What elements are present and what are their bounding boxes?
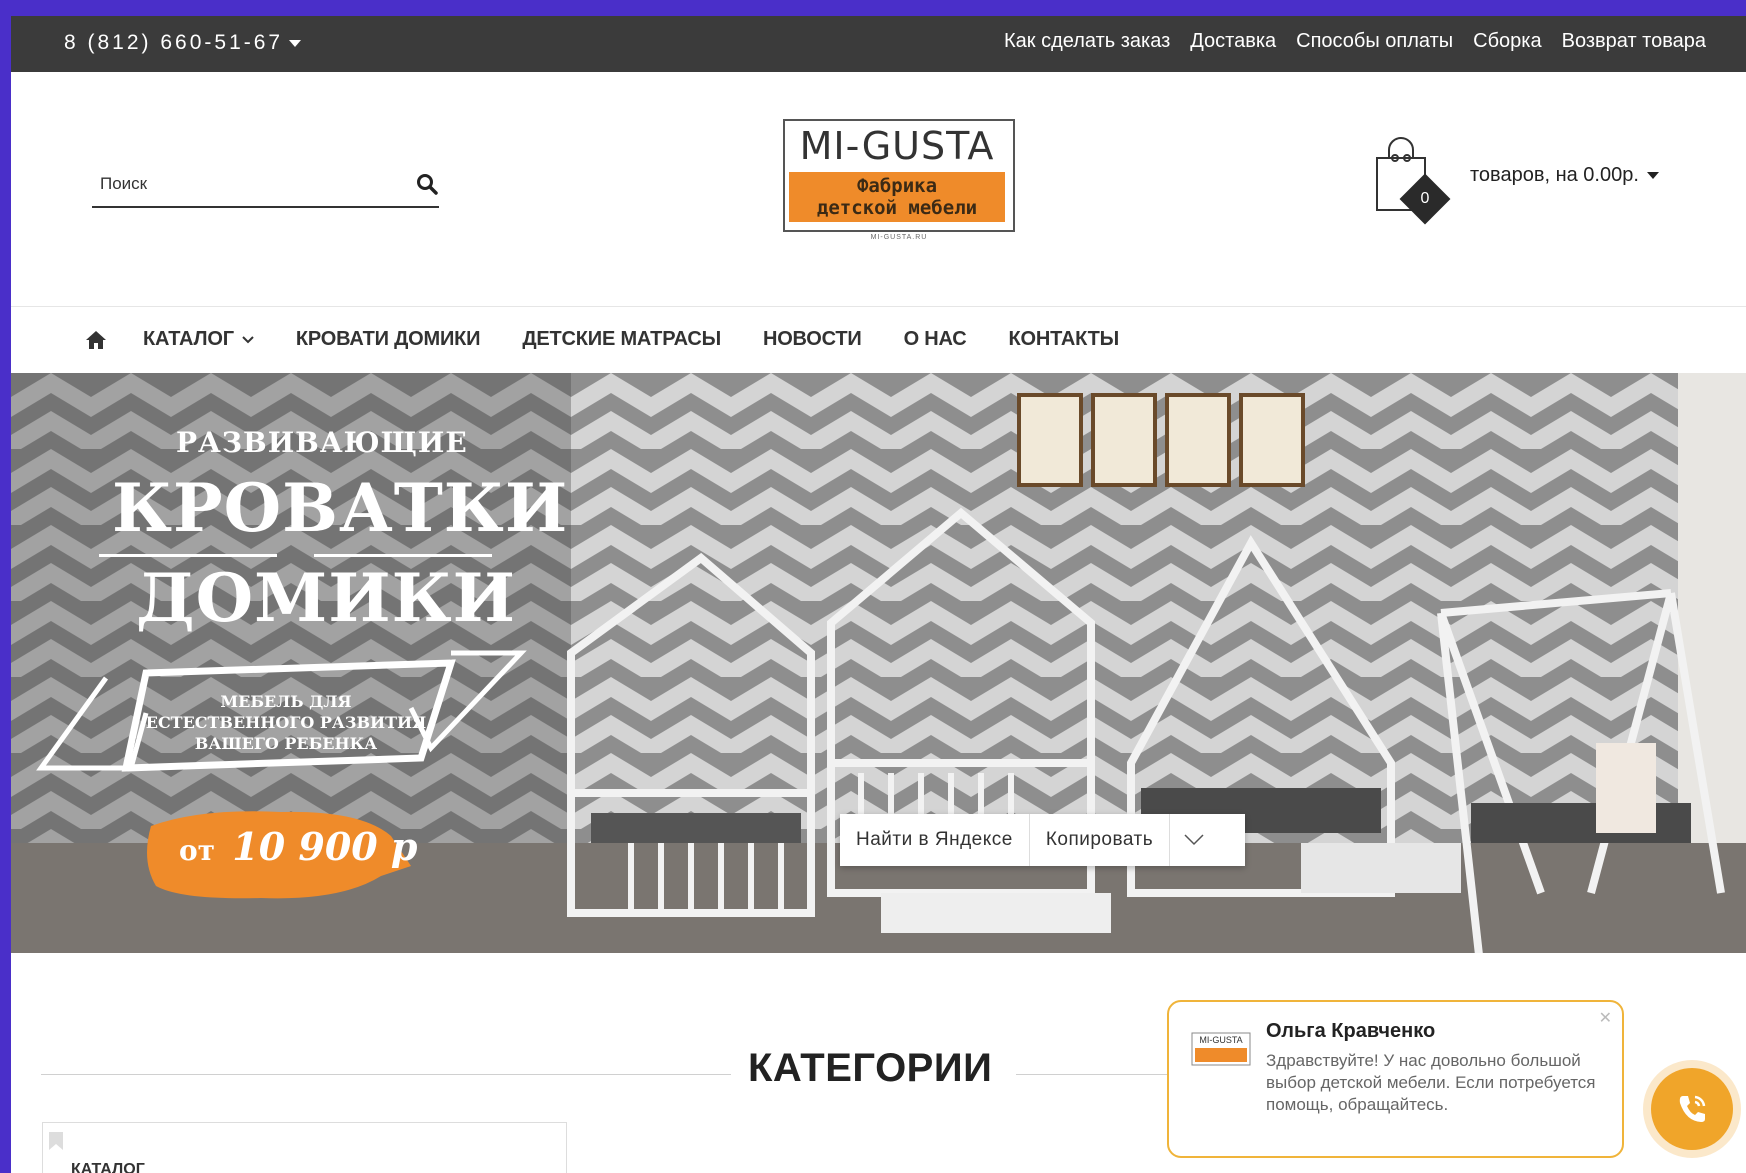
main-nav: КАТАЛОГ КРОВАТИ ДОМИКИ ДЕТСКИЕ МАТРАСЫ Н…	[11, 306, 1746, 372]
selection-context-menu: Найти в Яндексе Копировать	[840, 814, 1245, 866]
category-card-label: КАТАЛОГ	[71, 1161, 145, 1173]
link-payment[interactable]: Способы оплаты	[1296, 30, 1453, 53]
close-icon[interactable]: ✕	[1599, 1008, 1612, 1028]
find-in-yandex-button[interactable]: Найти в Яндексе	[840, 814, 1030, 866]
divider-right	[1016, 1074, 1176, 1075]
caret-down-icon	[289, 39, 302, 47]
chevron-down-icon	[1184, 834, 1204, 846]
cart-summary-text: товаров, на 0.00р.	[1470, 164, 1639, 186]
nav-catalog[interactable]: КАТАЛОГ	[143, 328, 254, 351]
deer-picture	[1091, 393, 1157, 487]
price-label: от 10 900 р	[179, 824, 418, 869]
copy-button[interactable]: Копировать	[1030, 814, 1171, 866]
avatar: MI-GUSTA	[1191, 1032, 1251, 1066]
hero-text: РАЗВИВАЮЩИЕ КРОВАТКИ ДОМИКИ МЕБЕЛЬ ДЛЯ Е…	[11, 373, 567, 953]
price-value: 10 900 р	[232, 824, 418, 869]
categories-title: КАТЕГОРИИ	[748, 1046, 993, 1090]
search-input[interactable]	[100, 166, 400, 202]
chat-popup[interactable]: ✕ MI-GUSTA Ольга Кравченко Здравствуйте!…	[1167, 1000, 1624, 1158]
nav-mattresses[interactable]: ДЕТСКИЕ МАТРАСЫ	[522, 328, 721, 351]
ribbon-line-3: ВАШЕГО РЕБЕНКА	[194, 734, 378, 753]
home-icon	[86, 330, 106, 349]
nav-catalog-label: КАТАЛОГ	[143, 328, 234, 350]
fox-picture	[1165, 393, 1231, 487]
bear-picture	[1239, 393, 1305, 487]
bunny-picture	[1017, 393, 1083, 487]
caret-down-icon	[1646, 172, 1659, 179]
bookmark-icon	[49, 1132, 63, 1150]
chat-agent-name: Ольга Кравченко	[1266, 1020, 1436, 1042]
link-how-to-order[interactable]: Как сделать заказ	[1004, 30, 1170, 53]
ribbon-line-2: ЕСТЕСТВЕННОГО РАЗВИТИЯ	[145, 713, 427, 732]
link-assembly[interactable]: Сборка	[1473, 30, 1541, 53]
ribbon-line-1: МЕБЕЛЬ ДЛЯ	[220, 692, 352, 711]
price-prefix: от	[179, 834, 216, 867]
phone-icon	[1679, 1095, 1706, 1122]
hero-title-2: ДОМИКИ	[136, 559, 516, 637]
wall-pictures	[1017, 393, 1305, 487]
search-icon[interactable]	[415, 172, 439, 196]
site-logo[interactable]: MI-GUSTA Фабрика детской мебели MI-GUSTA…	[783, 119, 1015, 245]
ribbon-text: МЕБЕЛЬ ДЛЯ ЕСТЕСТВЕННОГО РАЗВИТИЯ ВАШЕГО…	[141, 691, 431, 754]
hero-banner[interactable]: РАЗВИВАЮЩИЕ КРОВАТКИ ДОМИКИ МЕБЕЛЬ ДЛЯ Е…	[11, 373, 1746, 953]
search-box	[92, 166, 439, 208]
divider-left	[41, 1074, 731, 1075]
phone-number: 8 (812) 660-51-67	[64, 31, 284, 54]
svg-text:MI-GUSTA: MI-GUSTA	[1199, 1035, 1242, 1045]
cart-widget[interactable]: 0 товаров, на 0.00р.	[1371, 136, 1671, 236]
logo-tagline-band: Фабрика детской мебели	[789, 172, 1005, 222]
cart-summary: товаров, на 0.00р.	[1470, 164, 1659, 187]
nav-about[interactable]: О НАС	[904, 328, 967, 351]
page: 8 (812) 660-51-67 Как сделать заказ Дост…	[11, 16, 1746, 1173]
nav-news[interactable]: НОВОСТИ	[763, 328, 862, 351]
logo-brand: MI-GUSTA	[799, 124, 995, 168]
link-delivery[interactable]: Доставка	[1190, 30, 1276, 53]
category-card[interactable]: КАТАЛОГ	[42, 1122, 567, 1173]
hero-title-1: КРОВАТКИ	[112, 469, 569, 547]
top-links: Как сделать заказ Доставка Способы оплат…	[1004, 30, 1706, 53]
chevron-down-icon	[242, 335, 254, 343]
nav-contacts[interactable]: КОНТАКТЫ	[1009, 328, 1120, 351]
hero-subtitle: РАЗВИВАЮЩИЕ	[176, 426, 468, 459]
call-button[interactable]	[1651, 1068, 1733, 1150]
logo-tagline-1: Фабрика	[856, 175, 938, 197]
nav-home[interactable]	[85, 330, 107, 350]
logo-tagline-2: детской мебели	[816, 197, 978, 219]
chat-message: Здравствуйте! У нас довольно большой выб…	[1266, 1051, 1596, 1114]
cart-count: 0	[1420, 190, 1430, 207]
link-returns[interactable]: Возврат товара	[1562, 30, 1706, 53]
top-bar: 8 (812) 660-51-67 Как сделать заказ Дост…	[11, 16, 1746, 72]
more-options-button[interactable]	[1170, 814, 1218, 866]
nav-house-beds[interactable]: КРОВАТИ ДОМИКИ	[296, 328, 481, 351]
logo-url: MI-GUSTA.RU	[870, 234, 928, 241]
phone-dropdown[interactable]: 8 (812) 660-51-67	[64, 31, 302, 55]
cart-count-badge: 0	[1399, 173, 1451, 225]
hero-divider	[99, 554, 499, 558]
